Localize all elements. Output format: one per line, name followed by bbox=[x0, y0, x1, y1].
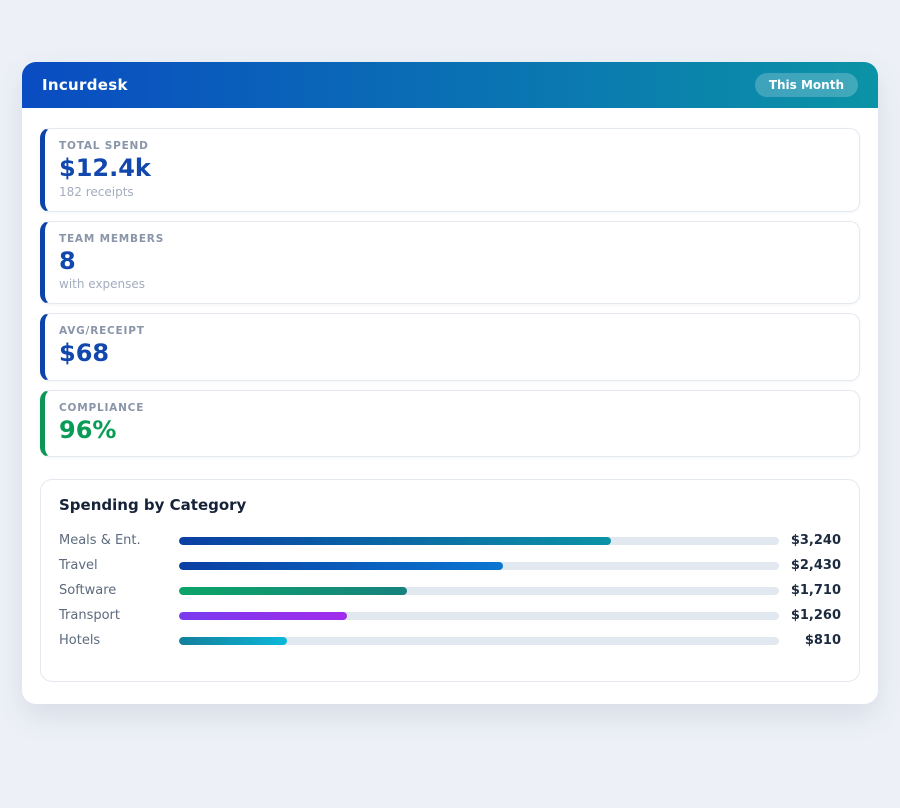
stat-label: TOTAL SPEND bbox=[59, 140, 841, 152]
chart-category-label: Software bbox=[59, 583, 179, 598]
chart-row: Meals & Ent. $3,240 bbox=[59, 528, 841, 553]
chart-value-label: $1,260 bbox=[779, 608, 841, 623]
app-header: Incurdesk This Month bbox=[22, 62, 878, 108]
stat-value: $12.4k bbox=[59, 155, 841, 183]
chart-bar-track bbox=[179, 637, 779, 645]
stat-card-compliance: COMPLIANCE 96% bbox=[40, 390, 860, 458]
stat-value: 96% bbox=[59, 417, 841, 445]
stat-label: TEAM MEMBERS bbox=[59, 233, 841, 245]
dashboard-content: TOTAL SPEND $12.4k 182 receipts TEAM MEM… bbox=[22, 108, 878, 704]
chart-value-label: $810 bbox=[779, 633, 841, 648]
stat-card-avg-receipt: AVG/RECEIPT $68 bbox=[40, 313, 860, 381]
stat-subtext: 182 receipts bbox=[59, 185, 841, 199]
chart-bar-fill bbox=[179, 587, 407, 595]
chart-category-label: Hotels bbox=[59, 633, 179, 648]
stat-card-total-spend: TOTAL SPEND $12.4k 182 receipts bbox=[40, 128, 860, 212]
chart-rows: Meals & Ent. $3,240 Travel $2,430 Softwa… bbox=[59, 528, 841, 653]
app-title: Incurdesk bbox=[42, 76, 128, 94]
stat-card-team-members: TEAM MEMBERS 8 with expenses bbox=[40, 221, 860, 305]
chart-value-label: $2,430 bbox=[779, 558, 841, 573]
stat-value: 8 bbox=[59, 248, 841, 276]
stat-value: $68 bbox=[59, 340, 841, 368]
chart-bar-track bbox=[179, 612, 779, 620]
chart-bar-track bbox=[179, 562, 779, 570]
chart-category-label: Meals & Ent. bbox=[59, 533, 179, 548]
stat-label: COMPLIANCE bbox=[59, 402, 841, 414]
stat-subtext: with expenses bbox=[59, 277, 841, 291]
chart-bar-fill bbox=[179, 612, 347, 620]
stat-label: AVG/RECEIPT bbox=[59, 325, 841, 337]
chart-bar-fill bbox=[179, 537, 611, 545]
chart-bar-fill bbox=[179, 562, 503, 570]
chart-value-label: $3,240 bbox=[779, 533, 841, 548]
chart-row: Transport $1,260 bbox=[59, 603, 841, 628]
chart-bar-track bbox=[179, 587, 779, 595]
chart-category-label: Transport bbox=[59, 608, 179, 623]
chart-row: Travel $2,430 bbox=[59, 553, 841, 578]
period-badge[interactable]: This Month bbox=[755, 73, 858, 97]
spending-by-category-chart: Spending by Category Meals & Ent. $3,240… bbox=[40, 479, 860, 682]
chart-category-label: Travel bbox=[59, 558, 179, 573]
chart-row: Software $1,710 bbox=[59, 578, 841, 603]
chart-bar-track bbox=[179, 537, 779, 545]
chart-title: Spending by Category bbox=[59, 496, 841, 514]
chart-row: Hotels $810 bbox=[59, 628, 841, 653]
dashboard-panel: Incurdesk This Month TOTAL SPEND $12.4k … bbox=[22, 62, 878, 704]
chart-value-label: $1,710 bbox=[779, 583, 841, 598]
chart-bar-fill bbox=[179, 637, 287, 645]
stat-card-list: TOTAL SPEND $12.4k 182 receipts TEAM MEM… bbox=[40, 128, 860, 457]
